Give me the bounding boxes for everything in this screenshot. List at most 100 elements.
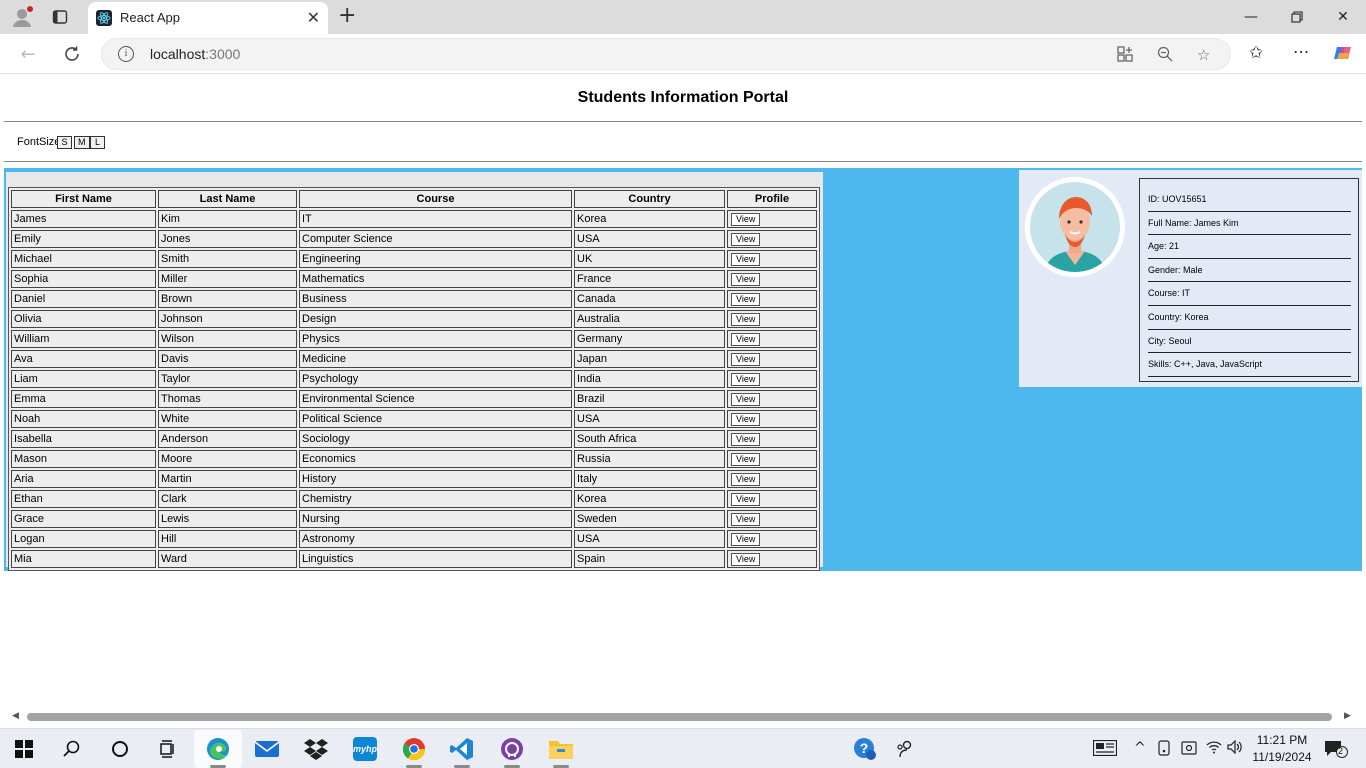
view-profile-button[interactable]: View — [731, 212, 761, 226]
view-profile-button[interactable]: View — [731, 372, 761, 386]
tab-react-app[interactable]: React App ✕ — [88, 2, 328, 34]
first-name-cell: Grace — [11, 510, 156, 528]
profile-cell: View — [727, 430, 817, 448]
favorite-star-icon[interactable]: ☆ — [1197, 46, 1210, 64]
zoom-out-icon[interactable] — [1157, 46, 1173, 66]
windows-start-icon[interactable] — [12, 737, 36, 761]
chrome-icon[interactable] — [402, 737, 426, 761]
table-row: Daniel Brown Business Canada View — [11, 290, 817, 308]
view-profile-button[interactable]: View — [731, 532, 761, 546]
view-profile-button[interactable]: View — [731, 432, 761, 446]
react-logo-icon — [96, 10, 112, 26]
first-name-cell: William — [11, 330, 156, 348]
profile-cell: View — [727, 210, 817, 228]
view-profile-button[interactable]: View — [731, 392, 761, 406]
profile-card: ID: UOV15651 Full Name: James Kim Age: 2… — [1019, 170, 1362, 387]
new-tab-icon[interactable]: + — [338, 5, 356, 27]
font-size-medium-button[interactable]: M — [74, 136, 90, 149]
scrollbar-thumb[interactable] — [27, 713, 1332, 721]
profile-icon[interactable] — [10, 6, 34, 28]
taskbar-clock[interactable]: 11:21 PM 11/19/2024 — [1250, 732, 1314, 766]
favorites-icon[interactable]: ✩ — [1249, 43, 1263, 63]
view-profile-button[interactable]: View — [731, 552, 761, 566]
view-profile-button[interactable]: View — [731, 472, 761, 486]
security-icon[interactable] — [1181, 740, 1197, 760]
people-icon[interactable] — [894, 737, 918, 761]
file-explorer-icon[interactable] — [549, 737, 573, 761]
view-profile-button[interactable]: View — [731, 332, 761, 346]
view-profile-button[interactable]: View — [731, 492, 761, 506]
view-profile-button[interactable]: View — [731, 232, 761, 246]
view-profile-button[interactable]: View — [731, 272, 761, 286]
tab-title: React App — [120, 10, 180, 25]
dropbox-icon[interactable] — [304, 737, 328, 761]
first-name-cell: Olivia — [11, 310, 156, 328]
font-size-controls: FontSize S M L — [4, 122, 1362, 162]
close-window-icon[interactable]: ✕ — [1320, 6, 1366, 28]
last-name-cell: Johnson — [158, 310, 297, 328]
restore-icon[interactable] — [1274, 6, 1320, 28]
profile-skills: Skills: C++, Java, JavaScript — [1148, 353, 1351, 377]
table-row: Olivia Johnson Design Australia View — [11, 310, 817, 328]
last-name-cell: Miller — [158, 270, 297, 288]
last-name-cell: Lewis — [158, 510, 297, 528]
notification-center-icon[interactable] — [1324, 740, 1348, 762]
address-bar[interactable]: i localhost:3000 ☆ — [101, 38, 1231, 70]
volume-icon[interactable] — [1227, 739, 1243, 758]
tab-actions-icon[interactable] — [48, 6, 72, 28]
view-profile-button[interactable]: View — [731, 452, 761, 466]
task-view-icon[interactable] — [156, 737, 180, 761]
mail-icon[interactable] — [255, 737, 279, 761]
close-tab-icon[interactable]: ✕ — [307, 8, 320, 27]
github-desktop-icon[interactable] — [500, 737, 524, 761]
view-profile-button[interactable]: View — [731, 312, 761, 326]
cortana-icon[interactable] — [108, 737, 132, 761]
scroll-right-icon[interactable]: ▶ — [1344, 711, 1351, 721]
device-icon[interactable] — [1157, 740, 1171, 760]
table-row: Mia Ward Linguistics Spain View — [11, 550, 817, 568]
horizontal-scrollbar[interactable]: ◀ ▶ — [4, 709, 1362, 725]
edge-browser-icon[interactable] — [206, 737, 230, 761]
students-table: First Name Last Name Course Country Prof… — [8, 187, 820, 571]
last-name-cell: Smith — [158, 250, 297, 268]
refresh-icon[interactable] — [61, 43, 83, 65]
page-title: Students Information Portal — [4, 75, 1362, 122]
app-available-icon[interactable] — [1117, 46, 1133, 66]
view-profile-button[interactable]: View — [731, 352, 761, 366]
view-profile-button[interactable]: View — [731, 252, 761, 266]
help-icon[interactable]: ? — [853, 737, 877, 761]
view-profile-button[interactable]: View — [731, 512, 761, 526]
profile-cell: View — [727, 270, 817, 288]
site-info-icon[interactable]: i — [118, 46, 134, 62]
profile-cell: View — [727, 390, 817, 408]
course-cell: Linguistics — [299, 550, 572, 568]
scroll-left-icon[interactable]: ◀ — [12, 711, 19, 721]
first-name-cell: Ava — [11, 350, 156, 368]
last-name-cell: Brown — [158, 290, 297, 308]
url-text[interactable]: localhost:3000 — [150, 46, 240, 62]
more-options-icon[interactable]: ··· — [1293, 43, 1309, 63]
view-profile-button[interactable]: View — [731, 412, 761, 426]
view-profile-button[interactable]: View — [731, 292, 761, 306]
country-cell: Korea — [574, 490, 725, 508]
country-cell: Japan — [574, 350, 725, 368]
copilot-icon[interactable] — [1333, 43, 1353, 68]
minimize-icon[interactable]: — — [1228, 6, 1274, 28]
course-cell: Chemistry — [299, 490, 572, 508]
search-icon[interactable] — [60, 737, 84, 761]
wifi-icon[interactable] — [1206, 740, 1222, 758]
font-size-small-button[interactable]: S — [57, 136, 72, 149]
profile-cell: View — [727, 330, 817, 348]
news-widget-icon[interactable] — [1092, 739, 1118, 760]
back-arrow-icon[interactable]: ← — [17, 43, 39, 65]
course-cell: Computer Science — [299, 230, 572, 248]
course-cell: Engineering — [299, 250, 572, 268]
vscode-icon[interactable] — [450, 737, 474, 761]
font-size-large-button[interactable]: L — [90, 136, 105, 149]
course-cell: History — [299, 470, 572, 488]
country-cell: South Africa — [574, 430, 725, 448]
myhp-icon[interactable]: myhp — [353, 737, 377, 761]
table-row: Aria Martin History Italy View — [11, 470, 817, 488]
show-hidden-icons-chevron-icon[interactable]: ^ — [1134, 740, 1146, 756]
country-cell: UK — [574, 250, 725, 268]
